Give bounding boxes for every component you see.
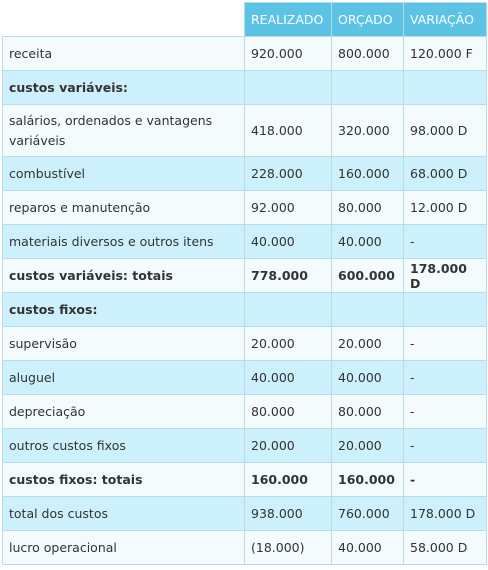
table-row: combustível 228.000 160.000 68.000 D [2,156,487,191]
table-row: salários, ordenados e vantagens variávei… [2,104,487,157]
orcado-cell: 160.000 [331,156,404,191]
row-label: lucro operacional [2,530,245,565]
variacao-cell: 178.000 D [403,258,487,293]
header-variacao: VARIAÇÃO [403,2,487,37]
row-label: receita [2,36,245,71]
table-row: aluguel 40.000 40.000 - [2,360,487,395]
orcado-cell [331,70,404,105]
variacao-cell: - [403,428,487,463]
row-label: custos fixos: totais [2,462,245,497]
realizado-cell: 92.000 [244,190,332,225]
orcado-cell: 760.000 [331,496,404,531]
realizado-cell: 20.000 [244,326,332,361]
row-label: combustível [2,156,245,191]
variacao-cell: 120.000 F [403,36,487,71]
table-row: total dos custos 938.000 760.000 178.000… [2,496,487,531]
row-label: materiais diversos e outros itens [2,224,245,259]
row-label: custos fixos: [2,292,245,327]
orcado-cell: 20.000 [331,326,404,361]
table-row: supervisão 20.000 20.000 - [2,326,487,361]
section-header-row: custos variáveis: [2,70,487,105]
budget-variance-table: REALIZADO ORÇADO VARIAÇÃO receita 920.00… [2,2,487,565]
realizado-cell: 778.000 [244,258,332,293]
variacao-cell [403,292,487,327]
table-row: reparos e manutenção 92.000 80.000 12.00… [2,190,487,225]
row-label: custos variáveis: [2,70,245,105]
realizado-cell: 160.000 [244,462,332,497]
orcado-cell: 20.000 [331,428,404,463]
row-label: depreciação [2,394,245,429]
table-row: depreciação 80.000 80.000 - [2,394,487,429]
realizado-cell: 418.000 [244,104,332,157]
variacao-cell: - [403,326,487,361]
table-row: materiais diversos e outros itens 40.000… [2,224,487,259]
row-label: salários, ordenados e vantagens variávei… [2,104,245,157]
variacao-cell: 58.000 D [403,530,487,565]
variacao-cell: 178.000 D [403,496,487,531]
realizado-cell: 20.000 [244,428,332,463]
orcado-cell [331,292,404,327]
table-row: outros custos fixos 20.000 20.000 - [2,428,487,463]
realizado-cell: 40.000 [244,224,332,259]
realizado-cell [244,292,332,327]
orcado-cell: 600.000 [331,258,404,293]
row-label: outros custos fixos [2,428,245,463]
variacao-cell [403,70,487,105]
table-row: receita 920.000 800.000 120.000 F [2,36,487,71]
row-label: reparos e manutenção [2,190,245,225]
table-header-row: REALIZADO ORÇADO VARIAÇÃO [2,2,487,37]
section-header-row: custos fixos: [2,292,487,327]
variacao-cell: - [403,394,487,429]
variacao-cell: 12.000 D [403,190,487,225]
orcado-cell: 40.000 [331,224,404,259]
orcado-cell: 800.000 [331,36,404,71]
realizado-cell: 80.000 [244,394,332,429]
header-orcado: ORÇADO [331,2,404,37]
subtotal-row: custos variáveis: totais 778.000 600.000… [2,258,487,293]
row-label: aluguel [2,360,245,395]
orcado-cell: 40.000 [331,530,404,565]
orcado-cell: 80.000 [331,190,404,225]
table-row: lucro operacional (18.000) 40.000 58.000… [2,530,487,565]
orcado-cell: 40.000 [331,360,404,395]
realizado-cell: 228.000 [244,156,332,191]
realizado-cell: 40.000 [244,360,332,395]
variacao-cell: 68.000 D [403,156,487,191]
realizado-cell: 938.000 [244,496,332,531]
subtotal-row: custos fixos: totais 160.000 160.000 - [2,462,487,497]
realizado-cell [244,70,332,105]
row-label: custos variáveis: totais [2,258,245,293]
variacao-cell: - [403,224,487,259]
orcado-cell: 320.000 [331,104,404,157]
orcado-cell: 160.000 [331,462,404,497]
budget-variance-table-container: REALIZADO ORÇADO VARIAÇÃO receita 920.00… [2,2,487,565]
header-realizado: REALIZADO [244,2,332,37]
realizado-cell: (18.000) [244,530,332,565]
header-blank-cell [2,2,245,37]
variacao-cell: 98.000 D [403,104,487,157]
realizado-cell: 920.000 [244,36,332,71]
row-label: total dos custos [2,496,245,531]
variacao-cell: - [403,360,487,395]
variacao-cell: - [403,462,487,497]
row-label: supervisão [2,326,245,361]
orcado-cell: 80.000 [331,394,404,429]
